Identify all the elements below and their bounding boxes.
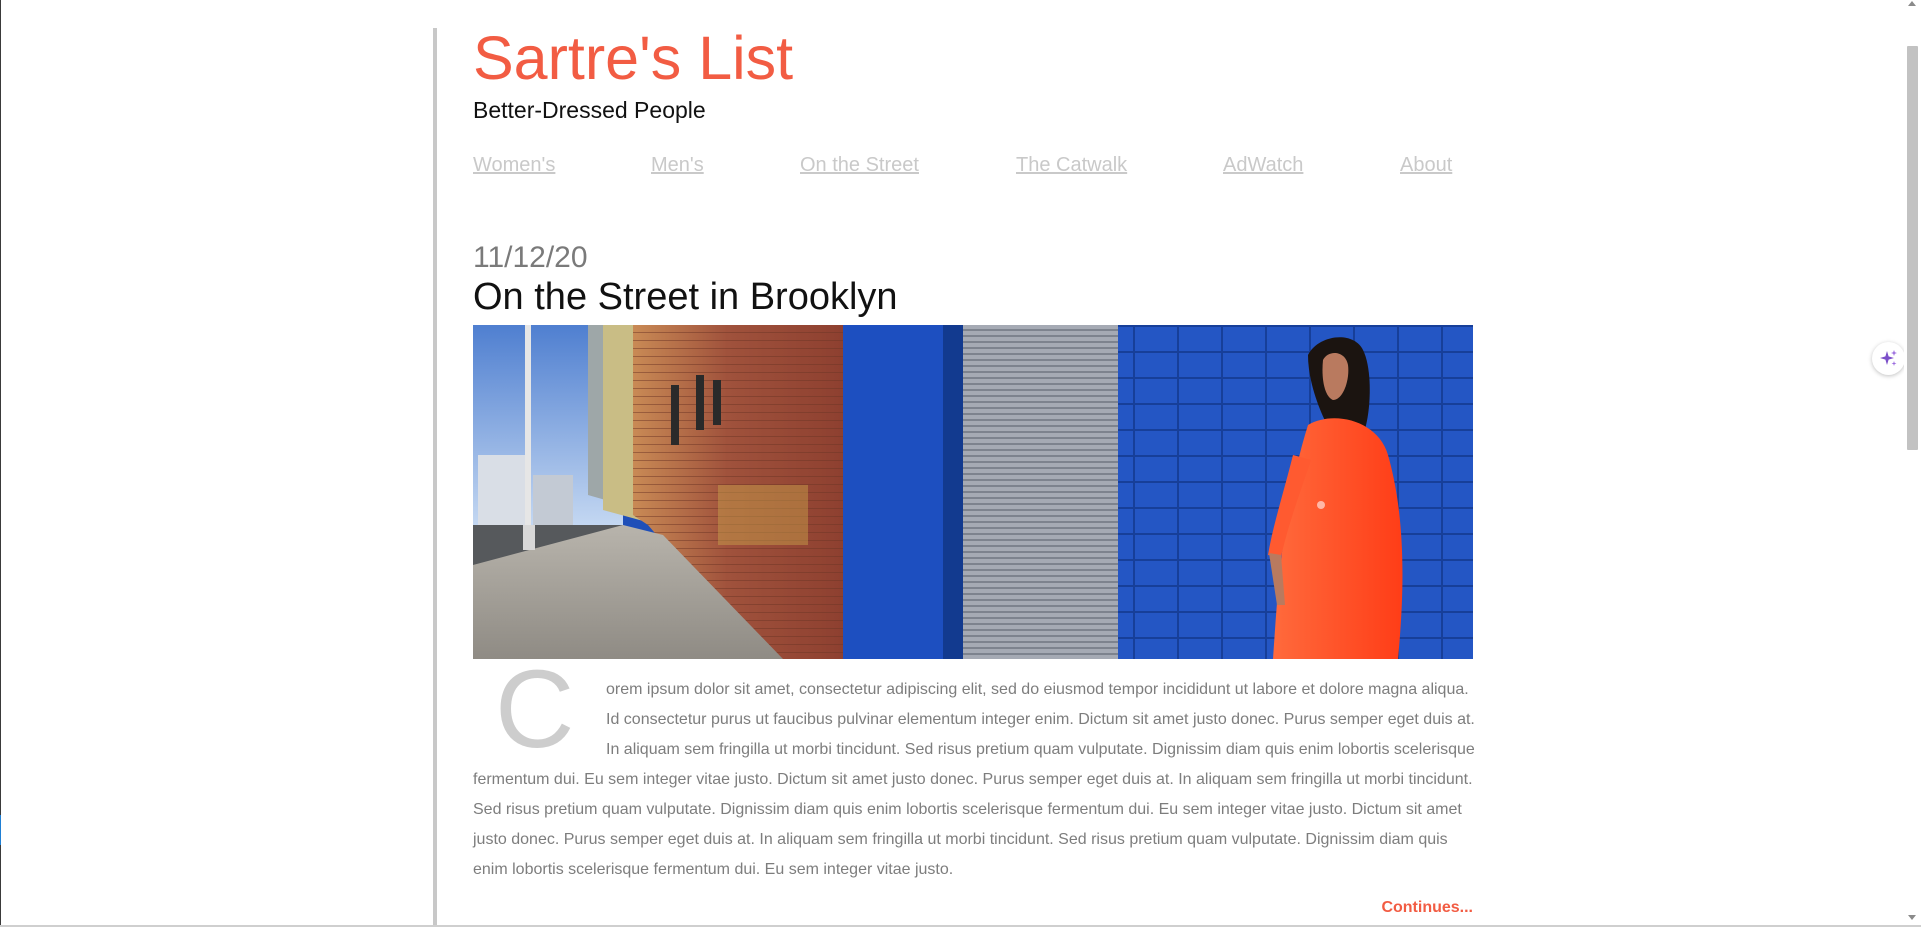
post-body-text: orem ipsum dolor sit amet, consectetur a… bbox=[473, 681, 1475, 878]
nav-link-on-the-street[interactable]: On the Street bbox=[800, 154, 919, 177]
scroll-up-arrow-icon[interactable] bbox=[1908, 1, 1916, 6]
post-date: 11/12/20 bbox=[473, 241, 588, 274]
scrollbar-thumb[interactable] bbox=[1907, 46, 1918, 450]
nav-link-the-catwalk[interactable]: The Catwalk bbox=[1016, 154, 1127, 177]
nav-link-mens[interactable]: Men's bbox=[651, 154, 704, 177]
post-body: orem ipsum dolor sit amet, consectetur a… bbox=[473, 675, 1476, 885]
window-border-left bbox=[0, 0, 1, 927]
continue-reading-link[interactable]: Continues... bbox=[1381, 899, 1473, 917]
street-photo bbox=[473, 325, 1473, 659]
nav-link-about[interactable]: About bbox=[1400, 154, 1452, 177]
window-border-accent bbox=[0, 815, 1, 845]
post-hero-image[interactable] bbox=[473, 325, 1473, 659]
sparkle-icon bbox=[1879, 349, 1897, 366]
scroll-down-arrow-icon[interactable] bbox=[1908, 915, 1916, 920]
site-tagline: Better-Dressed People bbox=[473, 97, 706, 123]
content-left-rule bbox=[433, 28, 437, 927]
main-nav: Women's Men's On the Street The Catwalk … bbox=[473, 154, 1473, 180]
nav-link-womens[interactable]: Women's bbox=[473, 154, 555, 177]
ai-assistant-button[interactable] bbox=[1872, 342, 1905, 375]
post-title[interactable]: On the Street in Brooklyn bbox=[473, 276, 898, 319]
site-title[interactable]: Sartre's List bbox=[473, 28, 793, 89]
nav-link-adwatch[interactable]: AdWatch bbox=[1223, 154, 1303, 177]
